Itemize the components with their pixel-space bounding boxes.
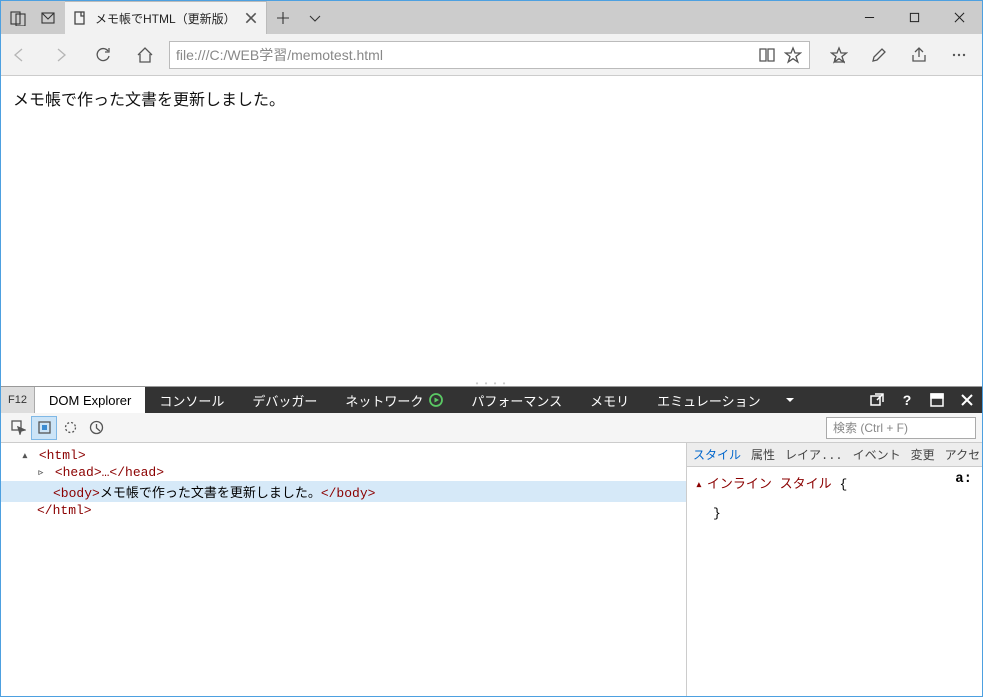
styles-tab-style[interactable]: スタイル bbox=[693, 446, 741, 463]
devtools-help-button[interactable]: ? bbox=[892, 387, 922, 413]
devtools-dock-button[interactable] bbox=[922, 387, 952, 413]
page-body-text: メモ帳で作った文書を更新しました。 bbox=[13, 86, 970, 110]
notes-button[interactable] bbox=[860, 34, 898, 76]
devtools-toolbar: 検索 (Ctrl + F) bbox=[1, 413, 982, 443]
tab-title: メモ帳でHTML（更新版） bbox=[95, 10, 236, 27]
network-play-icon bbox=[429, 393, 443, 407]
devtools-tab-overflow-button[interactable] bbox=[775, 387, 805, 413]
devtools-body: ▴ <html> ▹ <head>…</head> <body>メモ帳で作った文… bbox=[1, 443, 982, 696]
tab-close-button[interactable] bbox=[244, 11, 258, 25]
devtools-tab-network[interactable]: ネットワーク bbox=[331, 387, 457, 413]
expand-icon: ▹ bbox=[37, 465, 47, 480]
styles-tab-access[interactable]: アクセ... bbox=[945, 446, 982, 463]
devtools-popout-button[interactable] bbox=[862, 387, 892, 413]
devtools-tab-console[interactable]: コンソール bbox=[145, 387, 238, 413]
address-url: file:///C:/WEB学習/memotest.html bbox=[176, 45, 751, 65]
inline-style-close: } bbox=[695, 506, 974, 521]
highlight-element-tool[interactable] bbox=[31, 416, 57, 440]
dom-node-html[interactable]: ▴ <html> bbox=[1, 447, 686, 464]
tab-preview-toggle-button[interactable] bbox=[299, 2, 331, 34]
dom-node-html-close[interactable]: </html> bbox=[1, 502, 686, 519]
titlebar: メモ帳でHTML（更新版） bbox=[1, 1, 982, 34]
devtools-tab-memory[interactable]: メモリ bbox=[576, 387, 643, 413]
back-button[interactable] bbox=[1, 34, 37, 76]
page-viewport[interactable]: メモ帳で作った文書を更新しました。 bbox=[1, 76, 982, 380]
styles-tab-changes[interactable]: 変更 bbox=[911, 446, 935, 463]
browser-tab[interactable]: メモ帳でHTML（更新版） bbox=[65, 1, 267, 34]
new-tab-button[interactable] bbox=[267, 2, 299, 34]
styles-tab-attr[interactable]: 属性 bbox=[751, 446, 775, 463]
devtools-tab-dom[interactable]: DOM Explorer bbox=[35, 387, 145, 413]
window-controls bbox=[847, 1, 982, 34]
devtools-tab-debugger[interactable]: デバッガー bbox=[238, 387, 331, 413]
devtools-search-input[interactable]: 検索 (Ctrl + F) bbox=[826, 417, 976, 439]
reading-view-icon[interactable] bbox=[757, 45, 777, 65]
pseudo-state-button[interactable]: a: bbox=[955, 471, 972, 487]
collapse-icon: ▴ bbox=[21, 448, 31, 463]
share-button[interactable] bbox=[900, 34, 938, 76]
collapse-icon: ▴ bbox=[695, 477, 703, 492]
devtools-f12-label: F12 bbox=[1, 387, 35, 413]
navbar-right bbox=[820, 34, 982, 76]
devtools-tab-performance[interactable]: パフォーマンス bbox=[457, 387, 576, 413]
styles-tab-event[interactable]: イベント bbox=[853, 446, 901, 463]
dom-node-body[interactable]: <body>メモ帳で作った文書を更新しました。</body> bbox=[1, 481, 686, 502]
styles-tab-layout[interactable]: レイア... bbox=[785, 446, 843, 463]
more-menu-button[interactable] bbox=[940, 34, 978, 76]
minimize-button[interactable] bbox=[847, 1, 892, 33]
favorite-star-icon[interactable] bbox=[783, 45, 803, 65]
select-element-tool[interactable] bbox=[5, 416, 31, 440]
navbar: file:///C:/WEB学習/memotest.html bbox=[1, 34, 982, 76]
address-bar[interactable]: file:///C:/WEB学習/memotest.html bbox=[169, 41, 810, 69]
refresh-button[interactable] bbox=[85, 34, 121, 76]
color-picker-tool[interactable] bbox=[57, 416, 83, 440]
close-window-button[interactable] bbox=[937, 1, 982, 33]
forward-button[interactable] bbox=[43, 34, 79, 76]
favorites-list-button[interactable] bbox=[820, 34, 858, 76]
home-button[interactable] bbox=[127, 34, 163, 76]
page-icon bbox=[73, 11, 87, 25]
inline-style-rule[interactable]: ▴インライン スタイル { bbox=[695, 473, 974, 492]
dom-tree[interactable]: ▴ <html> ▹ <head>…</head> <body>メモ帳で作った文… bbox=[1, 443, 686, 696]
styles-body[interactable]: a: ▴インライン スタイル { } bbox=[687, 467, 982, 696]
accessibility-tool[interactable] bbox=[83, 416, 109, 440]
styles-panel: スタイル 属性 レイア... イベント 変更 アクセ... a: ▴インライン … bbox=[686, 443, 982, 696]
dom-node-head[interactable]: ▹ <head>…</head> bbox=[1, 464, 686, 481]
maximize-button[interactable] bbox=[892, 1, 937, 33]
titlebar-left: メモ帳でHTML（更新版） bbox=[1, 1, 267, 34]
devtools-close-button[interactable] bbox=[952, 387, 982, 413]
set-aside-tabs-button[interactable] bbox=[5, 2, 31, 34]
styles-tabstrip: スタイル 属性 レイア... イベント 変更 アクセ... bbox=[687, 443, 982, 467]
devtools-tab-emulation[interactable]: エミュレーション bbox=[643, 387, 774, 413]
devtools-tabstrip: F12 DOM Explorer コンソール デバッガー ネットワーク パフォー… bbox=[1, 387, 982, 413]
show-tab-previews-button[interactable] bbox=[35, 2, 61, 34]
devtools-search-placeholder: 検索 (Ctrl + F) bbox=[833, 419, 908, 436]
titlebar-after-tabs bbox=[267, 1, 331, 34]
devtools-panel: F12 DOM Explorer コンソール デバッガー ネットワーク パフォー… bbox=[1, 386, 982, 696]
